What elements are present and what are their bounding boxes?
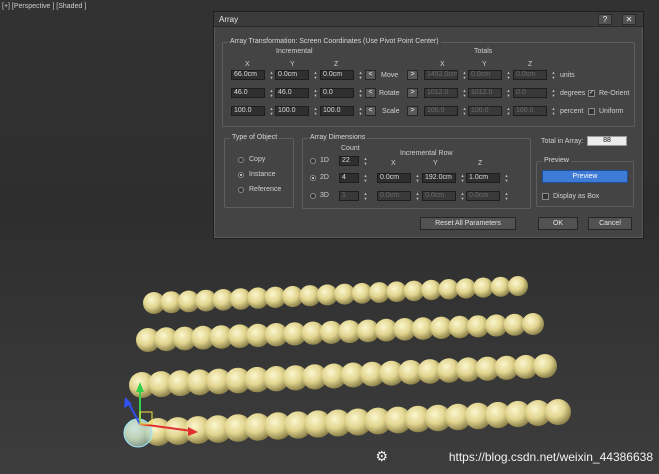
rotate-tot-y[interactable]: 1012.0 ▲ ▼ [468,88,512,98]
scale-left-arrow-button[interactable]: < [365,106,376,116]
3d-count[interactable]: 1 ▲ ▼ [339,191,369,201]
move-tot-y[interactable]: 0.0cm ▲ ▼ [468,70,512,80]
rotate-left-arrow-button[interactable]: < [365,88,376,98]
3d-label: 3D [320,192,329,199]
preview-button[interactable]: Preview [542,170,628,183]
inc-x-header: X [245,61,250,68]
scale-inc-y[interactable]: 100.0 ▲ ▼ [275,106,319,116]
uniform-label: Uniform [599,108,624,115]
1d-count[interactable]: 22 ▲ ▼ [339,156,369,166]
tot-y-header: Y [482,61,487,68]
sphere-instance[interactable] [545,399,571,425]
move-inc-x[interactable]: 66.0cm ▲ ▼ [231,70,275,80]
sphere-instance[interactable] [522,313,544,335]
cancel-button[interactable]: Cancel [588,217,632,230]
3d-radio[interactable] [310,193,316,199]
rotate-inc-x[interactable]: 46.0 ▲ ▼ [231,88,275,98]
sphere-instance[interactable] [421,279,442,301]
scale-unit-label: percent [560,108,584,115]
copy-radio[interactable] [238,157,244,163]
2d-row-y[interactable]: 192.0cm ▲ ▼ [422,173,466,183]
reference-label: Reference [249,186,282,193]
3d-row-x[interactable]: 0.0cm ▲ ▼ [377,191,421,201]
array-dialog: Array ? ✕ Array Transformation: Screen C… [213,11,644,239]
move-left-arrow-button[interactable]: < [365,70,376,80]
sphere-instance[interactable] [455,278,477,299]
scale-tot-x[interactable]: 100.0 ▲ ▼ [424,106,468,116]
move-unit-label: units [560,72,575,79]
2d-row-z[interactable]: 1.0cm ▲ ▼ [466,173,510,183]
reorient-label: Re-Orient [599,90,630,97]
move-tot-x[interactable]: 1452.0cm ▲ ▼ [424,70,468,80]
transformation-title: Array Transformation: Screen Coordinates… [228,38,441,45]
dim-x-header: X [391,160,396,167]
watermark: https://blog.csdn.net/weixin_44386638 [448,450,653,464]
dim-z-header: Z [478,160,483,167]
sphere-instance[interactable] [438,279,459,300]
sphere-instance[interactable] [473,277,494,298]
count-label: Count [341,145,360,152]
dialog-title: Array [219,15,239,24]
type-of-object-title: Type of Object [230,134,280,141]
reset-all-parameters-button[interactable]: Reset All Parameters [420,217,516,230]
1d-label: 1D [320,157,329,164]
3d-row-z[interactable]: 0.0cm ▲ ▼ [466,191,510,201]
help-button[interactable]: ? [598,14,612,25]
tot-z-header: Z [528,61,533,68]
uniform-checkbox[interactable] [588,108,595,115]
dim-y-header: Y [433,160,438,167]
scale-inc-z[interactable]: 100.0 ▲ ▼ [320,106,364,116]
inc-z-header: Z [334,61,339,68]
sphere-instance[interactable] [490,276,511,297]
rotate-inc-y[interactable]: 46.0 ▲ ▼ [275,88,319,98]
preview-title: Preview [542,157,571,164]
rotate-tot-z[interactable]: 0.0 ▲ ▼ [513,88,557,98]
incremental-row-label: Incremental Row [400,150,453,157]
rotate-tot-x[interactable]: 1012.0 ▲ ▼ [424,88,468,98]
tot-x-header: X [440,61,445,68]
move-tot-z[interactable]: 0.0cm ▲ ▼ [513,70,557,80]
1d-radio[interactable] [310,158,316,164]
totals-label: Totals [474,48,493,55]
display-as-box-checkbox[interactable] [542,193,549,200]
2d-label: 2D [320,174,329,181]
incremental-label: Incremental [276,48,313,55]
close-button[interactable]: ✕ [622,14,636,25]
2d-row-x[interactable]: 0.0cm ▲ ▼ [377,173,421,183]
rotate-unit-label: degrees [560,90,586,97]
preview-group: Preview [536,157,634,207]
reference-radio[interactable] [238,187,244,193]
array-dimensions-title: Array Dimensions [308,134,368,141]
move-inc-y[interactable]: 0.0cm ▲ ▼ [275,70,319,80]
rotate-right-arrow-button[interactable]: > [407,88,418,98]
copy-label: Copy [249,156,266,163]
move-inc-z[interactable]: 0.0cm ▲ ▼ [320,70,364,80]
rotate-label: Rotate [379,90,400,97]
scale-inc-x[interactable]: 100.0 ▲ ▼ [231,106,275,116]
ok-button[interactable]: OK [538,217,578,230]
2d-radio[interactable] [310,175,316,181]
scale-label: Scale [382,108,400,115]
display-as-box-label: Display as Box [553,193,600,200]
3d-row-y[interactable]: 0.0cm ▲ ▼ [422,191,466,201]
move-label: Move [381,72,399,79]
scale-right-arrow-button[interactable]: > [407,106,418,116]
watermark-logo: ⚙ [375,448,388,464]
inc-y-header: Y [290,61,295,68]
instance-label: Instance [249,171,276,178]
total-in-array-value: 88 [587,136,627,146]
dialog-title-bar[interactable]: Array ? ✕ [214,12,643,27]
move-right-arrow-button[interactable]: > [407,70,418,80]
selected-sphere-highlight[interactable] [123,418,153,448]
total-in-array-label: Total in Array: [541,138,584,145]
scale-tot-z[interactable]: 100.0 ▲ ▼ [513,106,557,116]
rotate-inc-z[interactable]: 0.0 ▲ ▼ [320,88,364,98]
scale-tot-y[interactable]: 100.0 ▲ ▼ [468,106,512,116]
sphere-instance[interactable] [508,276,528,296]
reorient-checkbox[interactable]: ✓ [588,90,595,97]
sphere-instance[interactable] [533,354,557,378]
2d-count[interactable]: 4 ▲ ▼ [339,173,369,183]
instance-radio[interactable] [238,172,244,178]
